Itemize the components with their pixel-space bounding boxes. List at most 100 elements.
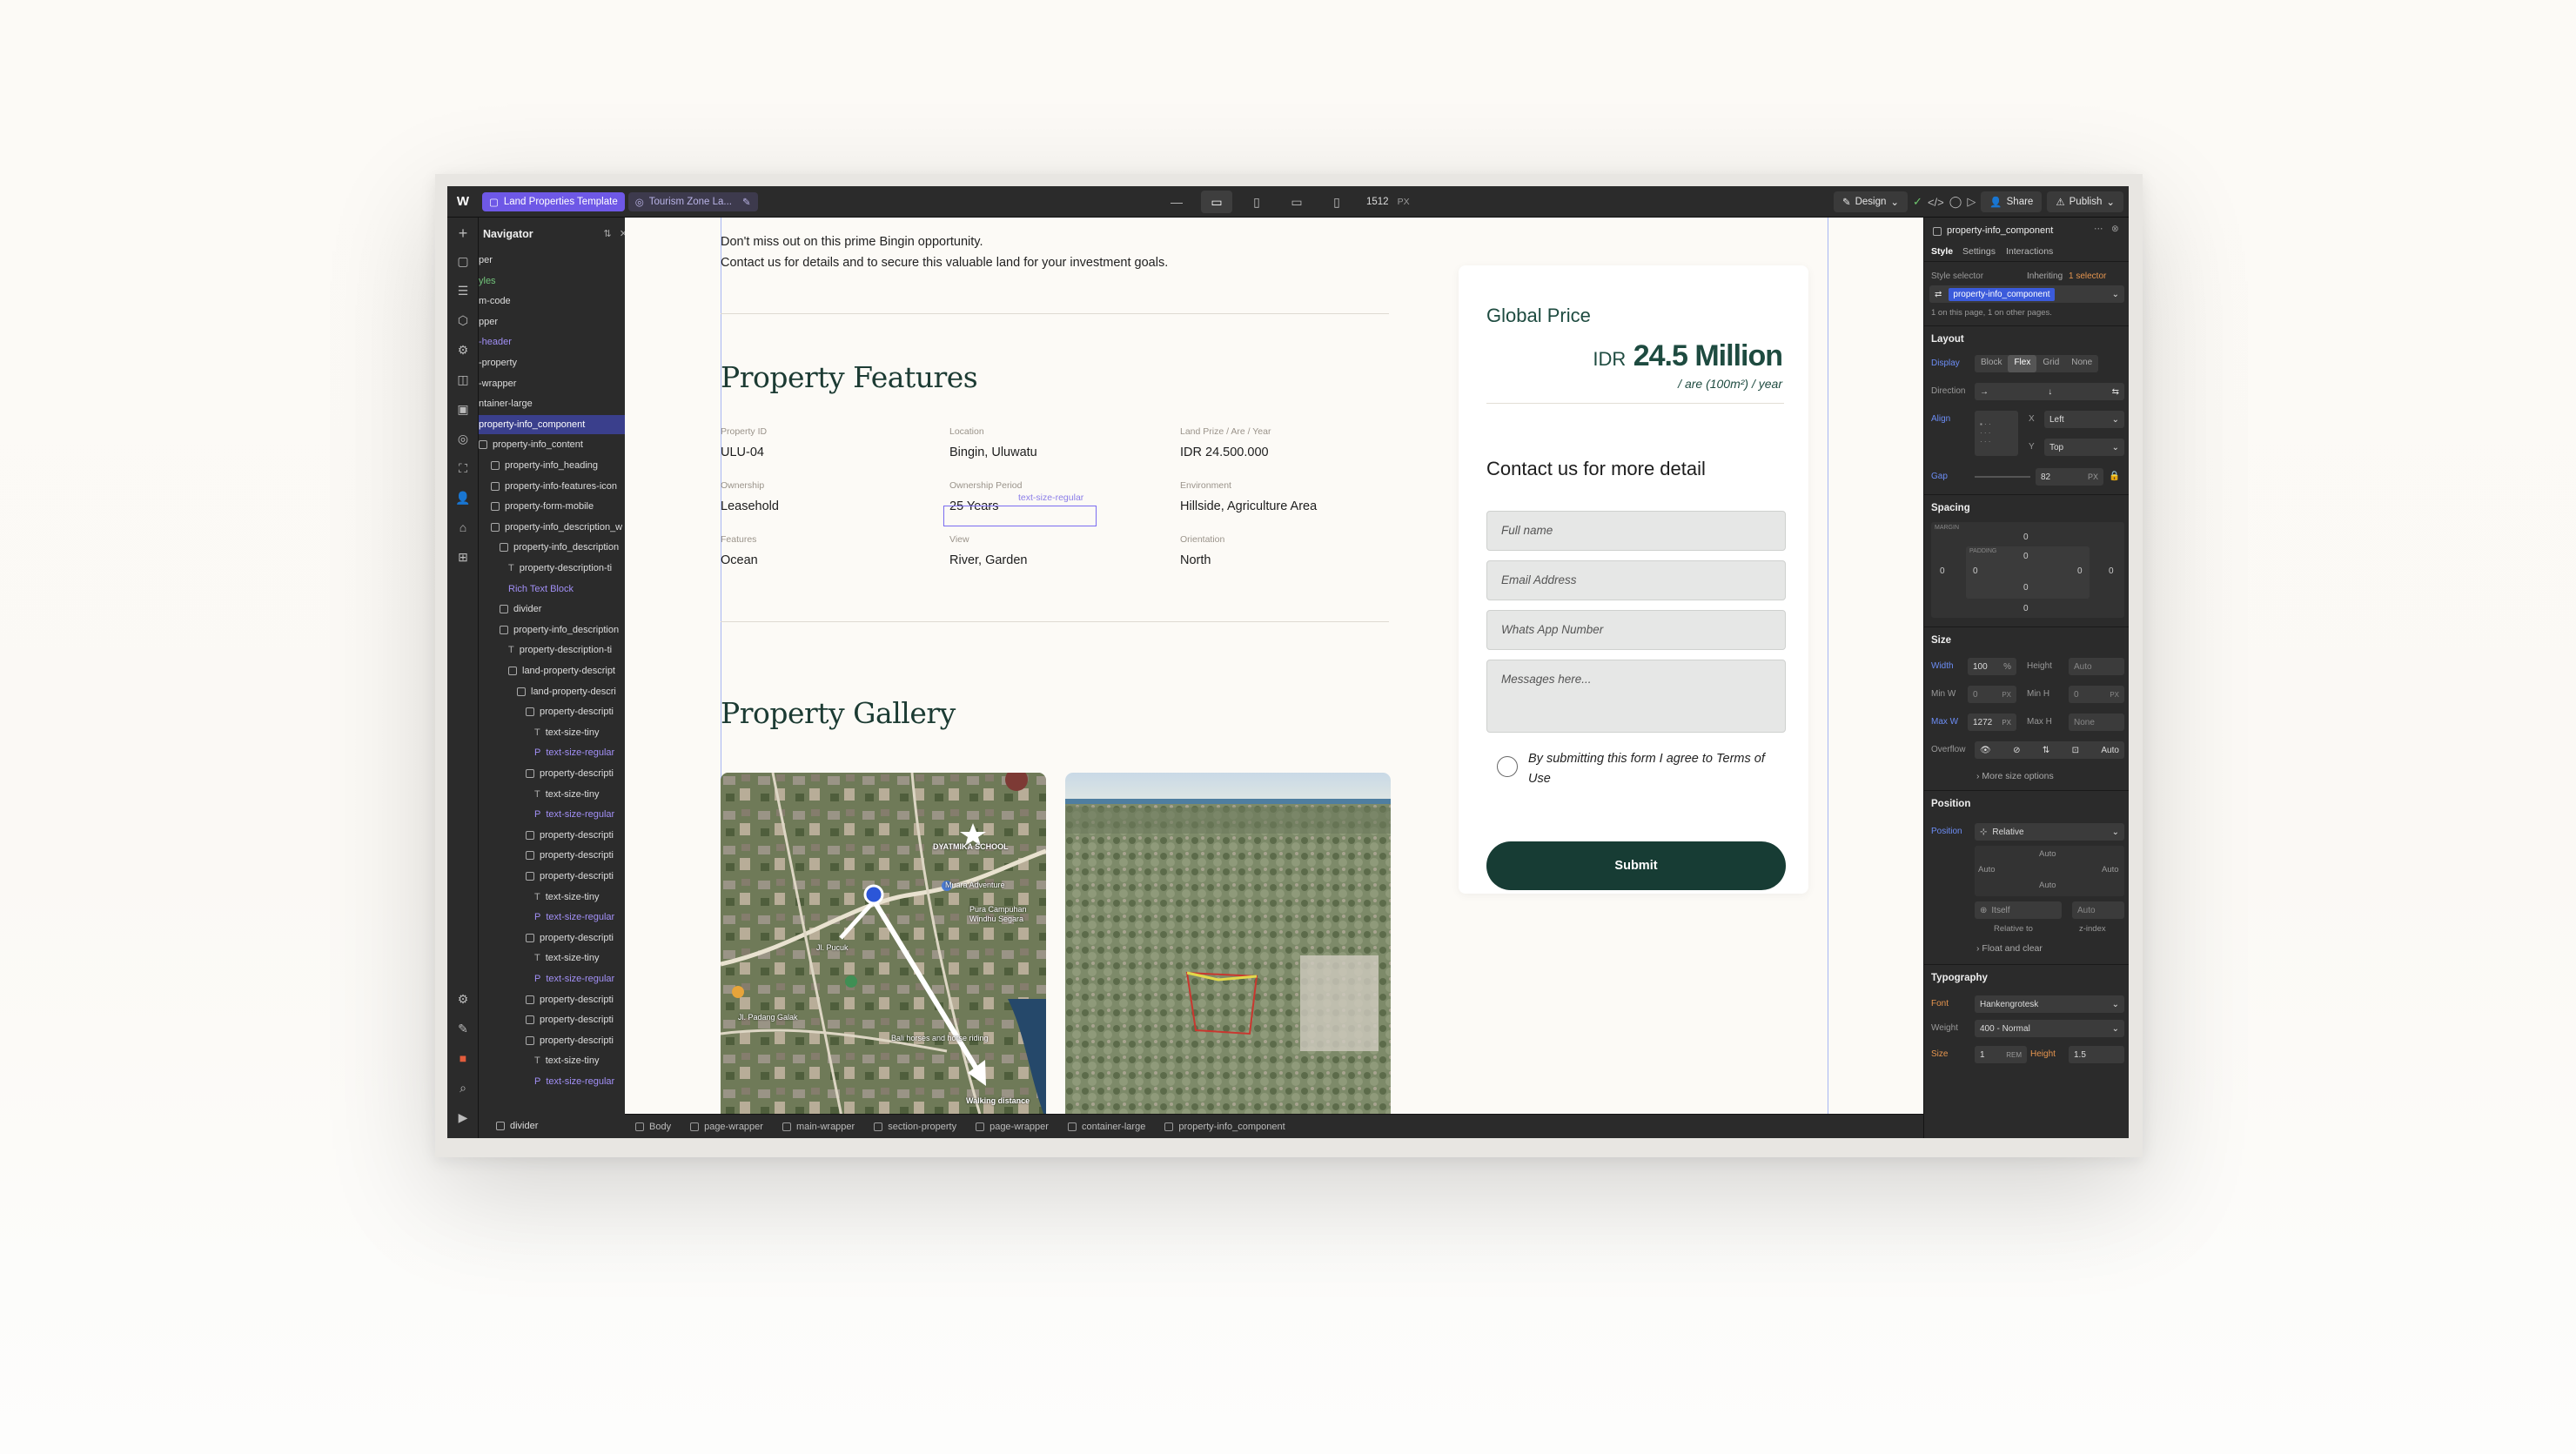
navigator-item[interactable]: Ptext-size-regular (479, 908, 636, 927)
max-height-input[interactable]: None (2069, 714, 2124, 731)
navigator-item[interactable]: ntainer-large (479, 394, 636, 413)
align-x-select[interactable]: Left ⌄ (2044, 411, 2124, 428)
navigator-item[interactable]: property-info_content (479, 435, 636, 454)
navigator-item[interactable]: -wrapper (479, 374, 636, 393)
webflow-logo-icon[interactable]: W (447, 186, 479, 218)
offset-bottom[interactable]: Auto (2039, 881, 2056, 890)
align-grid[interactable]: ▪ · · · · · · · · (1975, 411, 2018, 456)
offset-left[interactable]: Auto (1978, 865, 1996, 874)
styles-icon[interactable]: ◫ (455, 372, 471, 387)
navigator-item[interactable]: Ttext-size-tiny (479, 948, 636, 968)
comment-icon[interactable]: ◯ (1949, 195, 1962, 209)
navigator-item[interactable]: Ttext-size-tiny (479, 785, 636, 804)
navigator-item[interactable]: Ttext-size-tiny (479, 1051, 636, 1070)
navigator-item[interactable]: property-info_description_w (479, 518, 636, 537)
navigator-item[interactable]: property-info_description (479, 620, 636, 640)
navigator-item[interactable]: land-property-descri (479, 682, 636, 701)
cms-icon[interactable]: ◎ (455, 432, 471, 446)
clip-icon[interactable]: ⊡ (2072, 746, 2079, 755)
lock-icon[interactable]: 🔒 (2109, 470, 2120, 481)
inheriting-selector-link[interactable]: 1 selector (2069, 271, 2106, 281)
navigator-item[interactable]: pper (479, 312, 636, 332)
offset-top[interactable]: Auto (2039, 849, 2056, 859)
navigator-item[interactable]: Rich Text Block (479, 580, 636, 599)
padding-right-value[interactable]: 0 (2077, 566, 2083, 576)
tab-style[interactable]: Style (1931, 246, 1953, 257)
ecommerce-icon[interactable]: ⛶ (455, 461, 471, 476)
navigator-item[interactable]: property-descripti (479, 928, 636, 948)
desktop-breakpoint-icon[interactable]: ▭ (1201, 191, 1232, 213)
selector-chip[interactable]: property-info_component (1949, 287, 2055, 301)
tab-settings[interactable]: Settings (1962, 246, 1996, 257)
navigator-item[interactable]: -header (479, 332, 636, 352)
page-tab-land-properties[interactable]: ▢ Land Properties Template (482, 191, 625, 211)
navigator-item[interactable]: property-descripti (479, 1010, 636, 1029)
share-button[interactable]: 👤 Share (1981, 191, 2043, 212)
align-y-select[interactable]: Top ⌄ (2044, 439, 2124, 456)
navigator-item[interactable]: property-descripti (479, 764, 636, 783)
navigator-item[interactable]: property-info_description (479, 538, 636, 557)
terms-checkbox[interactable] (1497, 756, 1518, 777)
max-width-input[interactable]: 1272 PX (1968, 714, 2016, 731)
add-icon[interactable]: + (455, 224, 471, 243)
navigator-item[interactable]: property-descripti (479, 702, 636, 721)
more-options-icon[interactable]: ⋯ (2094, 224, 2103, 234)
navigator-item[interactable]: -property (479, 353, 636, 372)
tab-interactions[interactable]: Interactions (2006, 246, 2053, 257)
full-name-input[interactable]: Full name (1486, 511, 1786, 551)
direction-control[interactable]: → ↓ ⇆ (1975, 383, 2124, 400)
page-tab-tourism[interactable]: ◎ Tourism Zone La... ✎ (627, 191, 758, 211)
navigator-footer-item[interactable]: divider (479, 1114, 625, 1138)
check-circle-icon[interactable]: ✓ (1913, 195, 1922, 209)
record-icon[interactable]: ■ (455, 1051, 471, 1065)
pin-icon[interactable]: ⇅ ✕ (603, 228, 627, 239)
navigator-item[interactable]: land-property-descript (479, 661, 636, 680)
padding-left-value[interactable]: 0 (1973, 566, 1978, 576)
settings-icon[interactable]: ⚙ (455, 992, 471, 1007)
navigator-item[interactable]: property-descripti (479, 846, 636, 865)
navigator-item[interactable]: Ptext-size-regular (479, 969, 636, 988)
font-select[interactable]: Hankengrotesk ⌄ (1975, 995, 2124, 1013)
selector-field[interactable]: ⇄ property-info_component ⌄ (1929, 285, 2124, 303)
navigator-item[interactable]: Ptext-size-regular (479, 805, 636, 824)
gap-slider[interactable] (1975, 476, 2030, 478)
breadcrumb-item[interactable]: container-large (1067, 1122, 1145, 1132)
display-flex-option[interactable]: Flex (2008, 355, 2037, 372)
navigator-item[interactable]: Tproperty-description-ti (479, 559, 636, 578)
mobile-landscape-icon[interactable]: ▭ (1281, 191, 1312, 213)
assets-icon[interactable]: ▣ (455, 402, 471, 417)
navigator-item[interactable]: m-code (479, 291, 636, 311)
navigator-item[interactable]: per (479, 251, 636, 270)
arrow-right-icon[interactable]: → (1980, 387, 1989, 397)
line-height-input[interactable]: 1.5 (2069, 1046, 2124, 1063)
code-icon[interactable]: </> (1928, 196, 1944, 209)
more-size-options-link[interactable]: › More size options (1976, 771, 2054, 781)
position-select[interactable]: ⊹ Relative ⌄ (1975, 823, 2124, 841)
preview-play-icon[interactable]: ▷ (1967, 195, 1976, 209)
breadcrumb-item[interactable]: page-wrapper (690, 1122, 763, 1132)
navigator-item[interactable]: yles (479, 271, 636, 291)
publish-button[interactable]: ⚠ Publish ⌄ (2047, 191, 2123, 212)
gap-input[interactable]: 82 PX (2036, 468, 2103, 486)
navigator-item[interactable]: property-form-mobile (479, 497, 636, 516)
wrap-icon[interactable]: ⇆ (2112, 387, 2119, 397)
logic-icon[interactable]: ⌂ (455, 520, 471, 534)
gallery-map-image[interactable]: DYATMIKA SCHOOL Muara Adventure Pura Campu… (721, 773, 1046, 1114)
email-input[interactable]: Email Address (1486, 560, 1786, 600)
breadcrumb-item[interactable]: section-property (874, 1122, 956, 1132)
display-none-option[interactable]: None (2065, 355, 2098, 372)
scroll-icon[interactable]: ⇅ (2043, 746, 2049, 755)
navigator-item[interactable]: Ttext-size-tiny (479, 723, 636, 742)
edit-icon[interactable]: ✎ (742, 196, 751, 208)
video-help-icon[interactable]: ▶ (455, 1110, 471, 1125)
width-input[interactable]: 100% (1968, 658, 2016, 675)
mobile-portrait-icon[interactable]: ▯ (1321, 191, 1352, 213)
margin-top-value[interactable]: 0 (2023, 533, 2029, 542)
display-grid-option[interactable]: Grid (2036, 355, 2065, 372)
display-block-option[interactable]: Block (1975, 355, 2008, 372)
pages-icon[interactable]: ▢ (455, 254, 471, 269)
gallery-aerial-image[interactable] (1065, 773, 1391, 1114)
tablet-breakpoint-icon[interactable]: ▯ (1241, 191, 1272, 213)
navigator-item[interactable]: property-info-features-icon (479, 477, 636, 496)
breadcrumb-item[interactable]: property-info_component (1164, 1122, 1285, 1132)
